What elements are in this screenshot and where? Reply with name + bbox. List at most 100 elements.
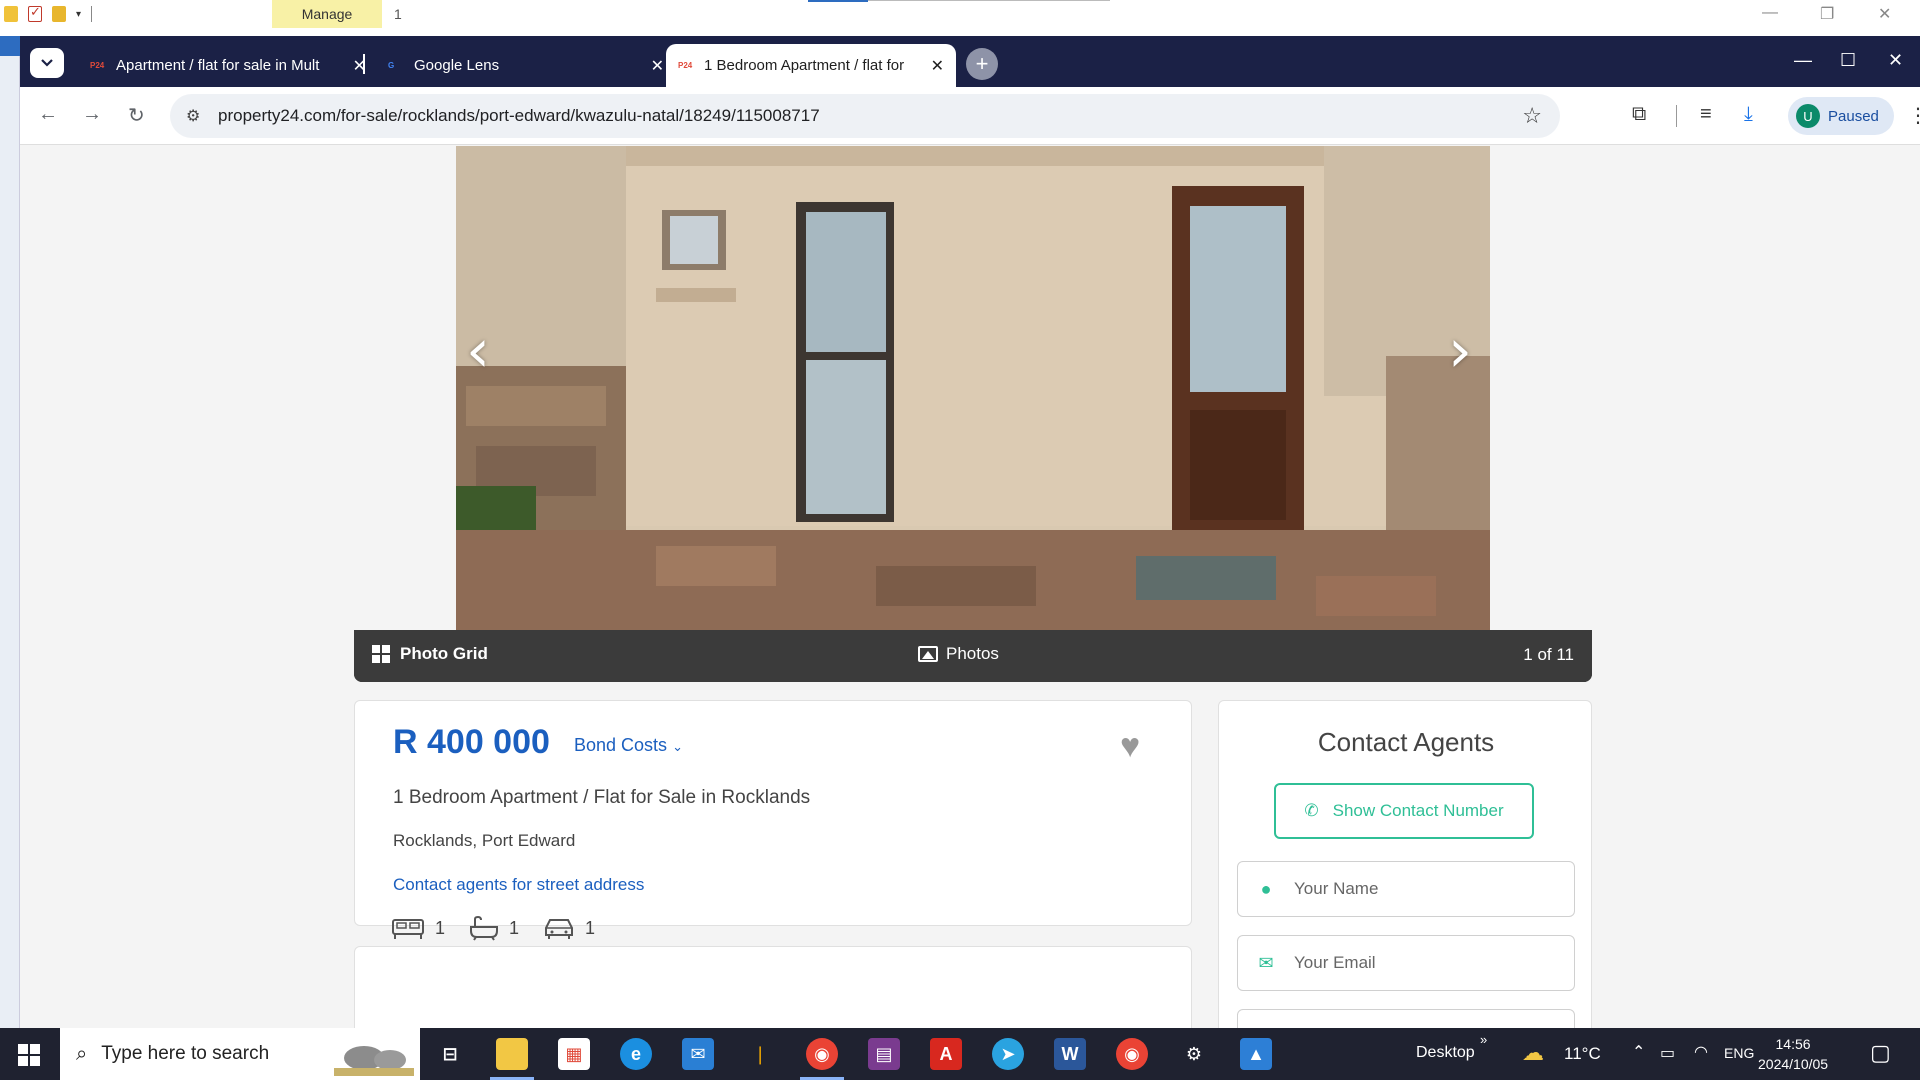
envelope-icon: ✉ bbox=[1258, 952, 1274, 973]
phone-field[interactable] bbox=[1237, 1009, 1575, 1028]
settings-gear-icon[interactable]: ⚙ bbox=[1178, 1038, 1210, 1070]
new-folder-icon[interactable] bbox=[52, 6, 66, 22]
photos-app-icon[interactable]: ▲ bbox=[1240, 1038, 1272, 1070]
task-view-icon[interactable]: ⊟ bbox=[434, 1038, 466, 1070]
chrome-icon[interactable]: ◉ bbox=[806, 1038, 838, 1070]
extensions-icon[interactable]: ⧉ bbox=[1632, 103, 1646, 126]
google-lens-icon: G bbox=[388, 61, 395, 70]
chevron-right-icon[interactable]: » bbox=[1480, 1032, 1487, 1047]
photos-button[interactable]: Photos bbox=[918, 644, 999, 664]
temperature[interactable]: 11°C bbox=[1564, 1044, 1601, 1064]
file-explorer-icon[interactable] bbox=[496, 1038, 528, 1070]
ribbon-divider bbox=[868, 0, 1110, 1]
tab-bedroom-apartment[interactable]: P24 1 Bedroom Apartment / flat for ✕ bbox=[666, 44, 956, 87]
bedrooms-count: 1 bbox=[435, 917, 446, 938]
explorer-minimize-icon[interactable]: — bbox=[1762, 4, 1778, 22]
previous-photo-icon[interactable]: ‹ bbox=[466, 316, 490, 386]
desktop-toolbar-label[interactable]: Desktop bbox=[1416, 1044, 1475, 1062]
show-contact-number-button[interactable]: ✆ Show Contact Number bbox=[1274, 783, 1534, 839]
site-info-icon[interactable]: ⚙ bbox=[186, 106, 200, 126]
download-icon[interactable]: ⤓ bbox=[1744, 103, 1753, 126]
wifi-icon[interactable]: ◠ bbox=[1694, 1042, 1708, 1062]
explorer-left-pane bbox=[0, 36, 20, 1028]
acrobat-icon[interactable]: A bbox=[930, 1038, 962, 1070]
photo-grid-button[interactable]: Photo Grid bbox=[372, 644, 488, 664]
listing-features: 1 1 1 bbox=[391, 915, 595, 941]
maximize-icon[interactable]: ☐ bbox=[1840, 50, 1856, 71]
email-placeholder: Your Email bbox=[1294, 953, 1376, 972]
url-text[interactable]: property24.com/for-sale/rocklands/port-e… bbox=[218, 106, 820, 126]
microsoft-store-icon[interactable]: ▦ bbox=[558, 1038, 590, 1070]
chrome-profile-icon[interactable]: ◉ bbox=[1116, 1038, 1148, 1070]
parking-feature: 1 bbox=[543, 916, 595, 940]
gallery-margin bbox=[1490, 146, 1592, 630]
photo-grid-label: Photo Grid bbox=[400, 644, 488, 663]
language-indicator[interactable]: ENG bbox=[1724, 1045, 1754, 1061]
name-field[interactable]: ● Your Name bbox=[1237, 861, 1575, 917]
explorer-number: 1 bbox=[394, 6, 402, 22]
tab-bar: P24 Apartment / flat for sale in Mult ✕ … bbox=[20, 36, 1920, 87]
bed-icon bbox=[392, 919, 424, 939]
listing-summary-card: R 400 000 Bond Costs ⌄ ♥ 1 Bedroom Apart… bbox=[354, 700, 1192, 941]
listing-title: 1 Bedroom Apartment / Flat for Sale in R… bbox=[393, 787, 811, 808]
system-clock[interactable]: 14:56 2024/10/05 bbox=[1758, 1034, 1828, 1074]
mail-icon[interactable]: ✉ bbox=[682, 1038, 714, 1070]
edge-icon[interactable]: e bbox=[620, 1038, 652, 1070]
photo-counter: 1 of 11 bbox=[1523, 645, 1574, 664]
property24-favicon-icon: P24 bbox=[678, 61, 693, 70]
tab-apartment-listings[interactable]: P24 Apartment / flat for sale in Mult ✕ bbox=[78, 44, 378, 87]
explorer-close-icon[interactable]: ✕ bbox=[1878, 4, 1891, 24]
customize-dropdown-icon[interactable]: ▾ bbox=[76, 9, 81, 20]
listing-photo[interactable] bbox=[456, 146, 1490, 630]
properties-icon[interactable] bbox=[28, 4, 42, 22]
notification-icon[interactable]: ▢ bbox=[1870, 1040, 1891, 1066]
address-bar[interactable]: ⚙ property24.com/for-sale/rocklands/port… bbox=[170, 94, 1560, 138]
reload-icon[interactable]: ↻ bbox=[128, 103, 145, 128]
gallery-margin bbox=[354, 146, 456, 630]
bath-icon bbox=[470, 915, 499, 941]
chevron-up-icon[interactable]: ⌃ bbox=[1632, 1042, 1645, 1062]
winrar-icon[interactable]: ▤ bbox=[868, 1038, 900, 1070]
manage-tab[interactable]: Manage bbox=[272, 0, 382, 28]
toolbar-divider bbox=[1676, 105, 1677, 127]
tab-title: Google Lens bbox=[414, 57, 500, 74]
taskbar-search[interactable]: ⌕ Type here to search bbox=[60, 1028, 420, 1080]
telegram-icon[interactable]: ➤ bbox=[992, 1038, 1024, 1070]
word-icon[interactable]: W bbox=[1054, 1038, 1086, 1070]
close-window-icon[interactable]: ✕ bbox=[1888, 50, 1903, 71]
show-number-label: Show Contact Number bbox=[1332, 801, 1504, 820]
bookmark-star-icon[interactable]: ☆ bbox=[1522, 103, 1542, 129]
forward-icon[interactable]: → bbox=[82, 103, 102, 126]
bond-costs-toggle[interactable]: Bond Costs ⌄ bbox=[574, 735, 683, 756]
folder-icon[interactable] bbox=[4, 6, 18, 22]
name-placeholder: Your Name bbox=[1294, 879, 1379, 898]
close-icon[interactable]: ✕ bbox=[651, 56, 664, 76]
profile-button[interactable]: U Paused bbox=[1788, 97, 1894, 135]
tab-google-lens[interactable]: G Google Lens ✕ bbox=[376, 44, 676, 87]
explorer-restore-icon[interactable]: ❐ bbox=[1820, 4, 1834, 24]
menu-icon[interactable]: ⋮ bbox=[1908, 103, 1920, 128]
sticky-app-icon[interactable]: ❘ bbox=[744, 1038, 776, 1070]
explorer-accent bbox=[0, 36, 20, 56]
battery-icon[interactable]: ▭ bbox=[1660, 1043, 1675, 1063]
bathrooms-feature: 1 bbox=[469, 915, 519, 941]
minimize-icon[interactable]: — bbox=[1794, 50, 1812, 71]
avatar: U bbox=[1796, 104, 1820, 128]
elephant-search-art-icon bbox=[334, 1046, 414, 1076]
favourite-heart-icon[interactable]: ♥ bbox=[1120, 727, 1140, 766]
photos-label: Photos bbox=[946, 644, 999, 663]
close-icon[interactable]: ✕ bbox=[931, 56, 944, 76]
tab-search-button[interactable] bbox=[30, 48, 64, 78]
browser-toolbar: ← → ↻ ⚙ property24.com/for-sale/rockland… bbox=[20, 87, 1920, 145]
contact-agents-link[interactable]: Contact agents for street address bbox=[393, 875, 644, 895]
new-tab-button[interactable]: + bbox=[966, 48, 998, 80]
email-field[interactable]: ✉ Your Email bbox=[1237, 935, 1575, 991]
contact-heading: Contact Agents bbox=[1317, 727, 1495, 757]
weather-icon[interactable]: ☁ bbox=[1522, 1040, 1544, 1066]
tab-title: 1 Bedroom Apartment / flat for bbox=[704, 57, 905, 74]
contact-agents-card: Contact Agents ✆ Show Contact Number ● Y… bbox=[1218, 700, 1592, 1028]
back-icon[interactable]: ← bbox=[38, 103, 58, 126]
next-photo-icon[interactable]: › bbox=[1448, 316, 1472, 386]
windows-start-icon[interactable] bbox=[18, 1044, 40, 1066]
media-controls-icon[interactable]: ≡ bbox=[1700, 103, 1712, 126]
